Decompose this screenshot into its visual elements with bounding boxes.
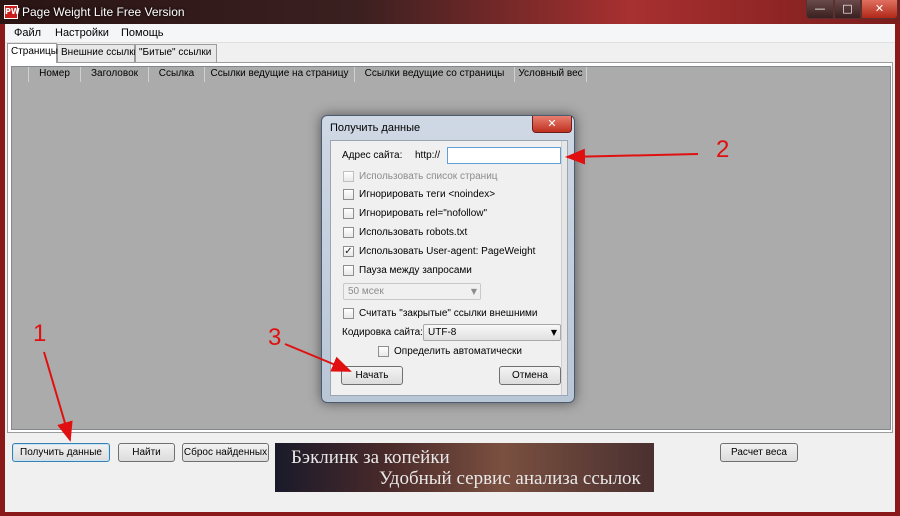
auto-detect-checkbox[interactable] [378,346,389,357]
column-header-outbound-links[interactable]: Ссылки ведущие со страницы [355,67,515,82]
encoding-value: UTF-8 [428,327,457,338]
ignore-nofollow-checkbox[interactable] [343,208,354,219]
find-button[interactable]: Найти [118,443,175,462]
tab-broken-links[interactable]: "Битые" ссылки [135,44,217,62]
column-header-weight[interactable]: Условный вес [515,67,587,82]
row-header-corner [12,67,29,82]
column-header-number[interactable]: Номер [29,67,81,82]
site-address-label: Адрес сайта: [342,150,403,161]
closed-links-external-checkbox[interactable] [343,308,354,319]
chevron-down-icon: ▼ [470,287,477,296]
chevron-down-icon: ▼ [550,328,557,337]
ad-banner[interactable]: Бэклинк за копейки Удобный сервис анализ… [275,443,654,492]
column-header-inbound-links[interactable]: Ссылки ведущие на страницу [205,67,355,82]
pause-between-requests-checkbox[interactable] [343,265,354,276]
maximize-button[interactable]: □ [834,0,861,19]
reset-found-button[interactable]: Сброс найденных [182,443,269,462]
cancel-button[interactable]: Отмена [499,366,561,385]
annotation-label-2: 2 [716,136,730,163]
auto-detect-label[interactable]: Определить автоматически [394,346,522,357]
pause-duration-select: 50 мсек ▼ [343,283,481,300]
dialog-body: Адрес сайта: http:// Использовать список… [330,140,568,396]
ignore-noindex-label[interactable]: Игнорировать теги <noindex> [359,189,495,200]
app-icon: PW [4,5,20,19]
dialog-scrollbar[interactable] [561,141,567,395]
protocol-label: http:// [415,150,441,161]
start-button[interactable]: Начать [341,366,403,385]
menu-file[interactable]: Файл [14,27,41,39]
closed-links-external-label[interactable]: Считать "закрытые" ссылки внешними [359,308,538,319]
use-robots-label[interactable]: Использовать robots.txt [359,227,467,238]
annotation-label-3: 3 [268,324,282,351]
use-robots-checkbox[interactable] [343,227,354,238]
close-window-button[interactable]: ✕ [861,0,898,19]
menu-bar: Файл Настройки Помощь [5,24,895,43]
calculate-weight-button[interactable]: Расчет веса [720,443,798,462]
banner-subline: Удобный сервис анализа ссылок [379,468,641,489]
tab-pages[interactable]: Страницы [7,43,58,63]
get-data-dialog: Получить данные ✕ Адрес сайта: http:// И… [321,115,575,403]
column-header-link[interactable]: Ссылка [149,67,205,82]
use-page-list-checkbox [343,171,354,182]
ignore-noindex-checkbox[interactable] [343,189,354,200]
dialog-close-button[interactable]: ✕ [532,116,572,133]
encoding-label: Кодировка сайта: [342,327,423,338]
title-bar: PW Page Weight Lite Free Version — □ ✕ [0,0,900,24]
menu-help[interactable]: Помощь [121,27,164,39]
column-header-title[interactable]: Заголовок [81,67,149,82]
get-data-button[interactable]: Получить данные [12,443,110,462]
pause-duration-value: 50 мсек [348,286,384,297]
encoding-select[interactable]: UTF-8 ▼ [423,324,561,341]
minimize-button[interactable]: — [806,0,834,19]
annotation-label-1: 1 [33,320,47,347]
use-page-list-label: Использовать список страниц [359,171,498,182]
site-address-input[interactable] [447,147,561,164]
banner-headline: Бэклинк за копейки [291,447,450,468]
window-title: Page Weight Lite Free Version [22,5,185,19]
use-user-agent-checkbox[interactable]: ✓ [343,246,354,257]
use-user-agent-label[interactable]: Использовать User-agent: PageWeight [359,246,535,257]
dialog-title: Получить данные [330,122,421,134]
tab-external-links[interactable]: Внешние ссылки [57,44,139,62]
ignore-nofollow-label[interactable]: Игнорировать rel="nofollow" [359,208,487,219]
menu-settings[interactable]: Настройки [55,27,109,39]
pause-between-requests-label[interactable]: Пауза между запросами [359,265,472,276]
